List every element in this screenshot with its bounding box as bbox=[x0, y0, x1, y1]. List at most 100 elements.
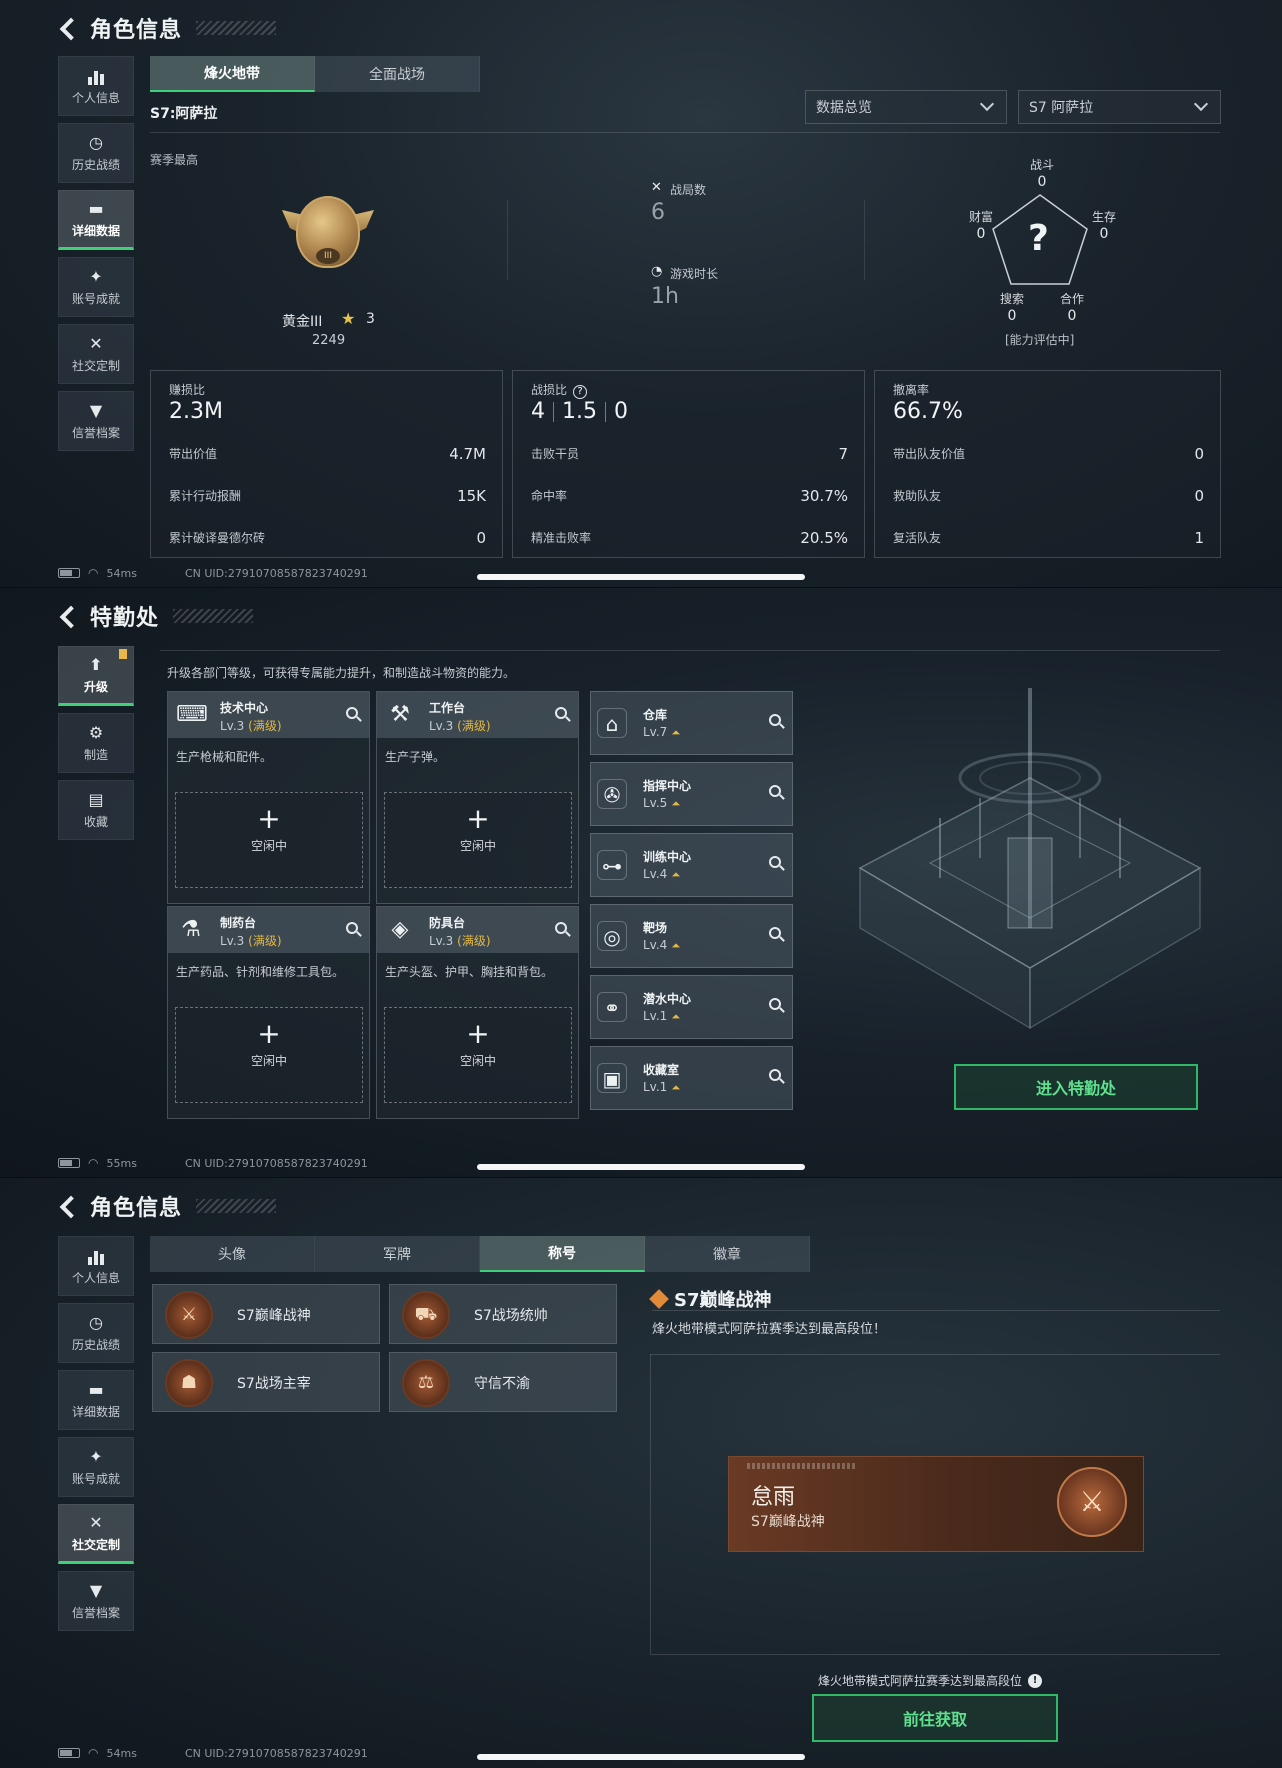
sidebar-item-personal-info[interactable]: 个人信息 bbox=[58, 1236, 134, 1296]
room-card[interactable]: ◎ 靶场 Lv.4 ⏶ bbox=[590, 904, 793, 968]
facility-card[interactable]: ◈ 防具台 Lv.3 (满级) 生产头盔、护甲、胸挂和背包。 + 空闲中 bbox=[376, 906, 579, 1119]
help-icon[interactable]: ? bbox=[573, 385, 588, 399]
title-name: S7战场主宰 bbox=[237, 1376, 311, 1392]
sidebar-item-social[interactable]: ✕ 社交定制 bbox=[58, 1504, 134, 1564]
back-arrow-icon[interactable] bbox=[58, 1195, 80, 1217]
sidebar-item-label: 历史战绩 bbox=[71, 157, 120, 172]
search-icon[interactable] bbox=[769, 856, 781, 868]
flask-icon: ⚗ bbox=[181, 917, 201, 942]
sidebar-item-label: 升级 bbox=[83, 679, 108, 694]
divider bbox=[507, 200, 508, 280]
facility-level: Lv.3 (满级) bbox=[429, 719, 491, 733]
radar-wealth-label: 财富 bbox=[968, 210, 993, 224]
customize-tabs: 头像 军牌 称号 徽章 bbox=[150, 1236, 810, 1272]
clock-icon: ◷ bbox=[89, 132, 103, 152]
title-item[interactable]: ☗ S7战场主宰 bbox=[152, 1352, 380, 1412]
home-indicator[interactable] bbox=[477, 1754, 805, 1760]
tab-badge[interactable]: 徽章 bbox=[645, 1236, 810, 1272]
obtain-condition: 烽火地带模式阿萨拉赛季达到最高段位 ! bbox=[818, 1672, 1043, 1689]
room-card[interactable]: ⊶ 训练中心 Lv.4 ⏶ bbox=[590, 833, 793, 897]
sidebar-item-upgrade[interactable]: ⬆ 升级 bbox=[58, 646, 134, 706]
enter-special-ops-button[interactable]: 进入特勤处 bbox=[954, 1064, 1198, 1110]
tab-title[interactable]: 称号 bbox=[480, 1236, 645, 1272]
season-dropdown[interactable]: S7 阿萨拉 bbox=[1018, 90, 1221, 124]
search-icon[interactable] bbox=[769, 1069, 781, 1081]
intro-text: 升级各部门等级，可获得专属能力提升，和制造战斗物资的能力。 bbox=[167, 666, 516, 680]
facility-desc: 生产药品、针剂和维修工具包。 bbox=[176, 965, 345, 979]
search-icon[interactable] bbox=[769, 714, 781, 726]
sidebar-item-achievements[interactable]: ✦ 账号成就 bbox=[58, 1437, 134, 1497]
obtain-button[interactable]: 前往获取 bbox=[812, 1694, 1058, 1742]
tab-full-battle[interactable]: 全面战场 bbox=[315, 56, 480, 92]
facility-card[interactable]: ⌨ 技术中心 Lv.3 (满级) 生产枪械和配件。 + 空闲中 bbox=[167, 691, 370, 904]
tab-warzone[interactable]: 烽火地带 bbox=[150, 56, 315, 92]
title-item[interactable]: ⛟ S7战场统帅 bbox=[389, 1284, 617, 1344]
nameplate-decoration bbox=[747, 1463, 857, 1469]
search-icon[interactable] bbox=[769, 927, 781, 939]
search-icon[interactable] bbox=[555, 707, 567, 719]
sidebar-item-social[interactable]: ✕ 社交定制 bbox=[58, 324, 134, 384]
divider bbox=[150, 132, 1220, 133]
sidebar-item-detail-data[interactable]: ▬ 详细数据 bbox=[58, 1370, 134, 1430]
detail-title: S7巅峰战神 bbox=[649, 1286, 772, 1312]
search-icon[interactable] bbox=[346, 707, 358, 719]
sidebar-item-achievements[interactable]: ✦ 账号成就 bbox=[58, 257, 134, 317]
stat-row: 累计行动报酬 15K bbox=[169, 487, 486, 505]
hammer-icon: ⚒ bbox=[390, 702, 410, 727]
profit-card: 赚损比 2.3M 带出价值 4.7M 累计行动报酬 15K 累计破译曼德尔砖 0 bbox=[150, 370, 503, 558]
sidebar-item-craft[interactable]: ⚙ 制造 bbox=[58, 713, 134, 773]
search-icon[interactable] bbox=[346, 922, 358, 934]
title-item[interactable]: ⚔ S7巅峰战神 bbox=[152, 1284, 380, 1344]
tab-avatar[interactable]: 头像 bbox=[150, 1236, 315, 1272]
upgrade-arrow-icon: ⏶ bbox=[671, 1081, 681, 1094]
radar-combat-value: 0 bbox=[1037, 174, 1047, 190]
dumbbell-icon: ⊶ bbox=[597, 850, 627, 880]
facility-card[interactable]: ⚗ 制药台 Lv.3 (满级) 生产药品、针剂和维修工具包。 + 空闲中 bbox=[167, 906, 370, 1119]
room-level: Lv.4 ⏶ bbox=[643, 938, 681, 952]
radar-note: [能力评估中] bbox=[1005, 333, 1075, 347]
production-slot[interactable]: + 空闲中 bbox=[384, 792, 572, 888]
sidebar-item-label: 信誉档案 bbox=[71, 425, 120, 440]
sidebar-item-history[interactable]: ◷ 历史战绩 bbox=[58, 123, 134, 183]
sidebar-item-detail-data[interactable]: ▬ 详细数据 bbox=[58, 190, 134, 250]
home-indicator[interactable] bbox=[477, 574, 805, 580]
sidebar-item-label: 个人信息 bbox=[71, 90, 120, 105]
sidebar-item-history[interactable]: ◷ 历史战绩 bbox=[58, 1303, 134, 1363]
search-icon[interactable] bbox=[769, 998, 781, 1010]
info-icon[interactable]: ! bbox=[1028, 1673, 1043, 1688]
page-header: 角色信息 bbox=[58, 12, 277, 44]
back-arrow-icon[interactable] bbox=[58, 605, 80, 627]
title-item[interactable]: ⚖ 守信不渝 bbox=[389, 1352, 617, 1412]
facility-name: 工作台 bbox=[429, 701, 466, 715]
header-decoration bbox=[173, 609, 254, 623]
sidebar-item-credit[interactable]: ▼ 信誉档案 bbox=[58, 391, 134, 451]
room-card[interactable]: ⌂ 仓库 Lv.7 ⏶ bbox=[590, 691, 793, 755]
home-indicator[interactable] bbox=[477, 1164, 805, 1170]
radar-teamwork-value: 0 bbox=[1067, 308, 1077, 324]
facility-card[interactable]: ⚒ 工作台 Lv.3 (满级) 生产子弹。 + 空闲中 bbox=[376, 691, 579, 904]
stat-row: 命中率 30.7% bbox=[531, 487, 848, 505]
sidebar-item-personal-info[interactable]: 个人信息 bbox=[58, 56, 134, 116]
room-name: 指挥中心 bbox=[643, 779, 692, 793]
room-card[interactable]: ✇ 指挥中心 Lv.5 ⏶ bbox=[590, 762, 793, 826]
divider bbox=[652, 1310, 1220, 1311]
room-card[interactable]: ⚭ 潜水中心 Lv.1 ⏶ bbox=[590, 975, 793, 1039]
sidebar-item-label: 历史战绩 bbox=[71, 1337, 120, 1352]
production-slot[interactable]: + 空闲中 bbox=[384, 1007, 572, 1103]
sidebar-item-collection[interactable]: ▤ 收藏 bbox=[58, 780, 134, 840]
search-icon[interactable] bbox=[769, 785, 781, 797]
dropdown-value: 数据总览 bbox=[816, 100, 872, 116]
overview-dropdown[interactable]: 数据总览 bbox=[805, 90, 1007, 124]
search-icon[interactable] bbox=[555, 922, 567, 934]
room-card[interactable]: ▣ 收藏室 Lv.1 ⏶ bbox=[590, 1046, 793, 1110]
tab-dogtag[interactable]: 军牌 bbox=[315, 1236, 480, 1272]
extract-card: 撤离率 66.7% 带出队友价值 0 救助队友 0 复活队友 1 bbox=[874, 370, 1221, 558]
radar-combat-label: 战斗 bbox=[1029, 158, 1054, 172]
sidebar-item-credit[interactable]: ▼ 信誉档案 bbox=[58, 1571, 134, 1631]
detail-description: 烽火地带模式阿萨拉赛季达到最高段位！ bbox=[652, 1322, 887, 1337]
production-slot[interactable]: + 空闲中 bbox=[175, 792, 363, 888]
back-arrow-icon[interactable] bbox=[58, 17, 80, 39]
nameplate-title: S7巅峰战神 bbox=[751, 1514, 825, 1530]
badge-icon: ✦ bbox=[89, 266, 103, 286]
production-slot[interactable]: + 空闲中 bbox=[175, 1007, 363, 1103]
